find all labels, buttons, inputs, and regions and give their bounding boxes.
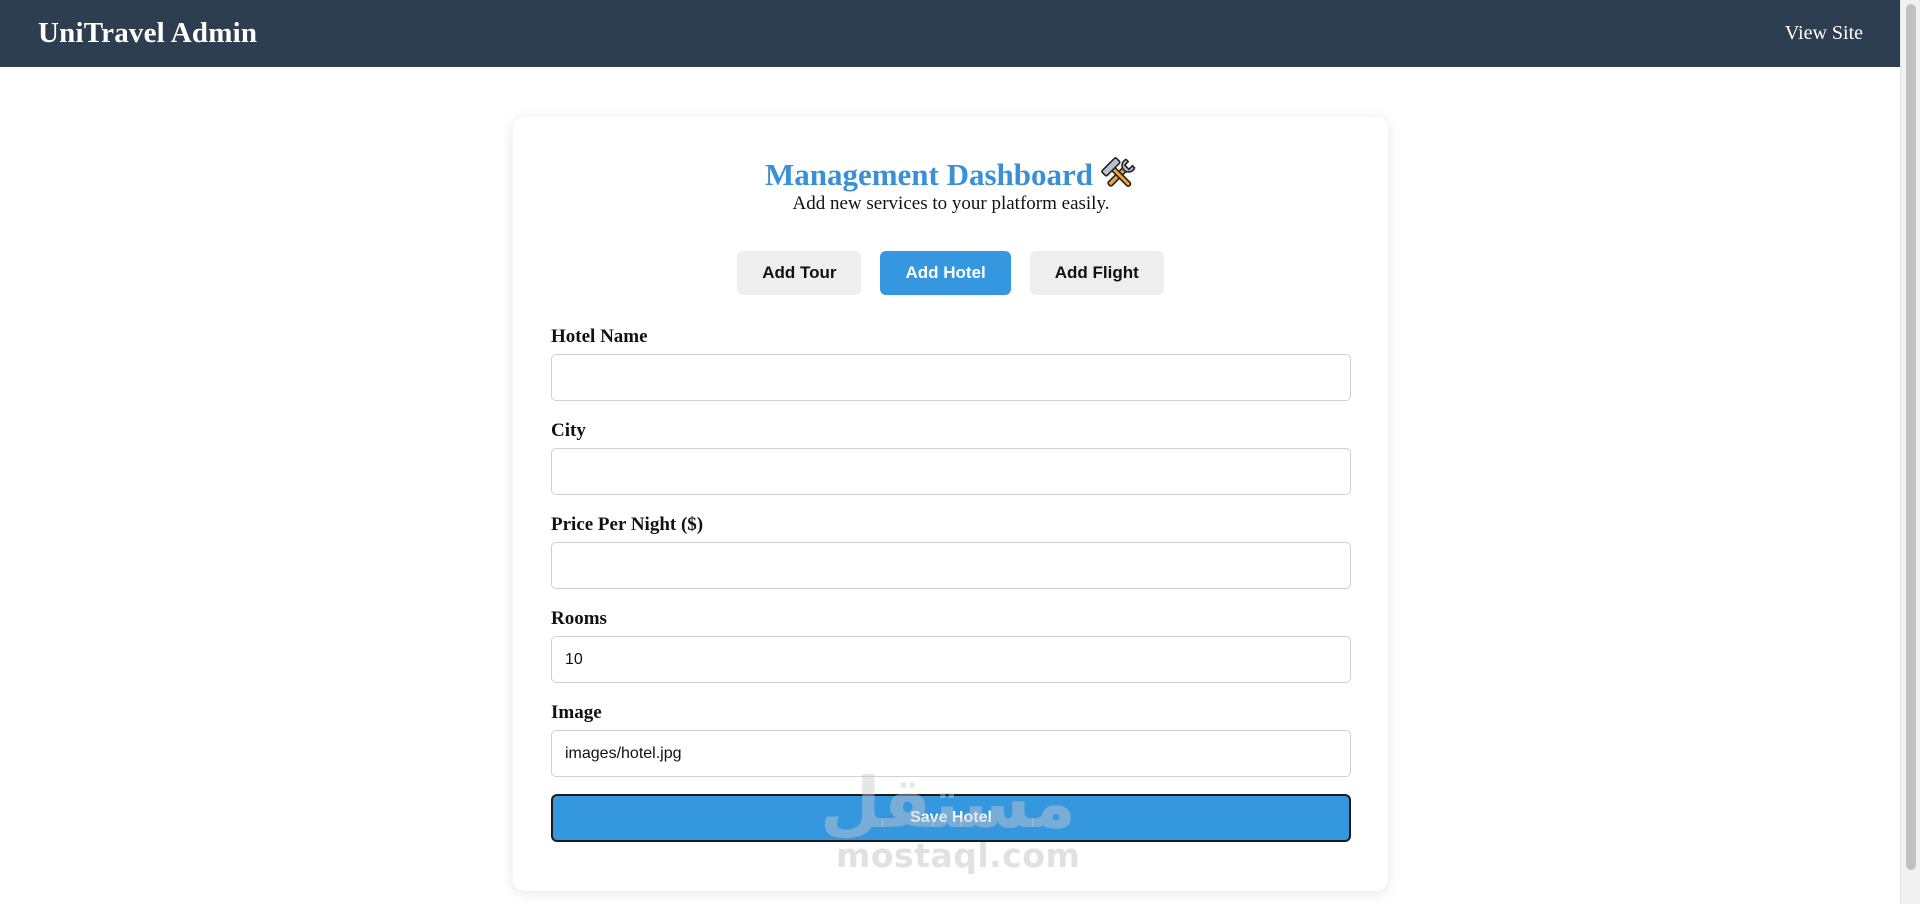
hotel-name-label: Hotel Name: [551, 326, 648, 347]
management-card: Management Dashboard Add new services to: [513, 117, 1388, 891]
scrollbar-thumb[interactable]: [1906, 4, 1916, 870]
rooms-label: Rooms: [551, 608, 607, 629]
image-field-group: Image: [551, 702, 1351, 777]
price-per-night-label: Price Per Night ($): [551, 514, 704, 535]
rooms-input[interactable]: [551, 636, 1351, 683]
save-hotel-button[interactable]: Save Hotel: [551, 794, 1351, 842]
image-label: Image: [551, 702, 602, 723]
add-hotel-form: Hotel Name City Price Per Night ($) Room…: [551, 326, 1351, 842]
dashboard-header: Management Dashboard Add new services to: [551, 157, 1351, 215]
hotel-name-field-group: Hotel Name: [551, 326, 1351, 401]
vertical-scrollbar[interactable]: [1900, 0, 1920, 904]
tab-add-flight[interactable]: Add Flight: [1029, 251, 1164, 295]
tab-add-tour[interactable]: Add Tour: [737, 251, 862, 295]
tab-add-hotel[interactable]: Add Hotel: [880, 251, 1011, 295]
view-site-link[interactable]: View Site: [1785, 22, 1863, 45]
hammer-and-wrench-icon: [1101, 157, 1137, 193]
city-input[interactable]: [551, 448, 1351, 495]
image-path-input[interactable]: [551, 730, 1351, 777]
city-label: City: [551, 420, 586, 441]
price-per-night-input[interactable]: [551, 542, 1351, 589]
price-field-group: Price Per Night ($): [551, 514, 1351, 589]
city-field-group: City: [551, 420, 1351, 495]
page-subtitle: Add new services to your platform easily…: [792, 193, 1110, 214]
title-row: Management Dashboard: [551, 157, 1351, 193]
brand-title: UniTravel Admin: [38, 17, 258, 49]
rooms-field-group: Rooms: [551, 608, 1351, 683]
service-tabs: Add Tour Add Hotel Add Flight: [550, 251, 1351, 295]
page-title: Management Dashboard: [764, 157, 1094, 192]
top-navbar: UniTravel Admin View Site: [0, 0, 1900, 67]
hotel-name-input[interactable]: [551, 354, 1351, 401]
